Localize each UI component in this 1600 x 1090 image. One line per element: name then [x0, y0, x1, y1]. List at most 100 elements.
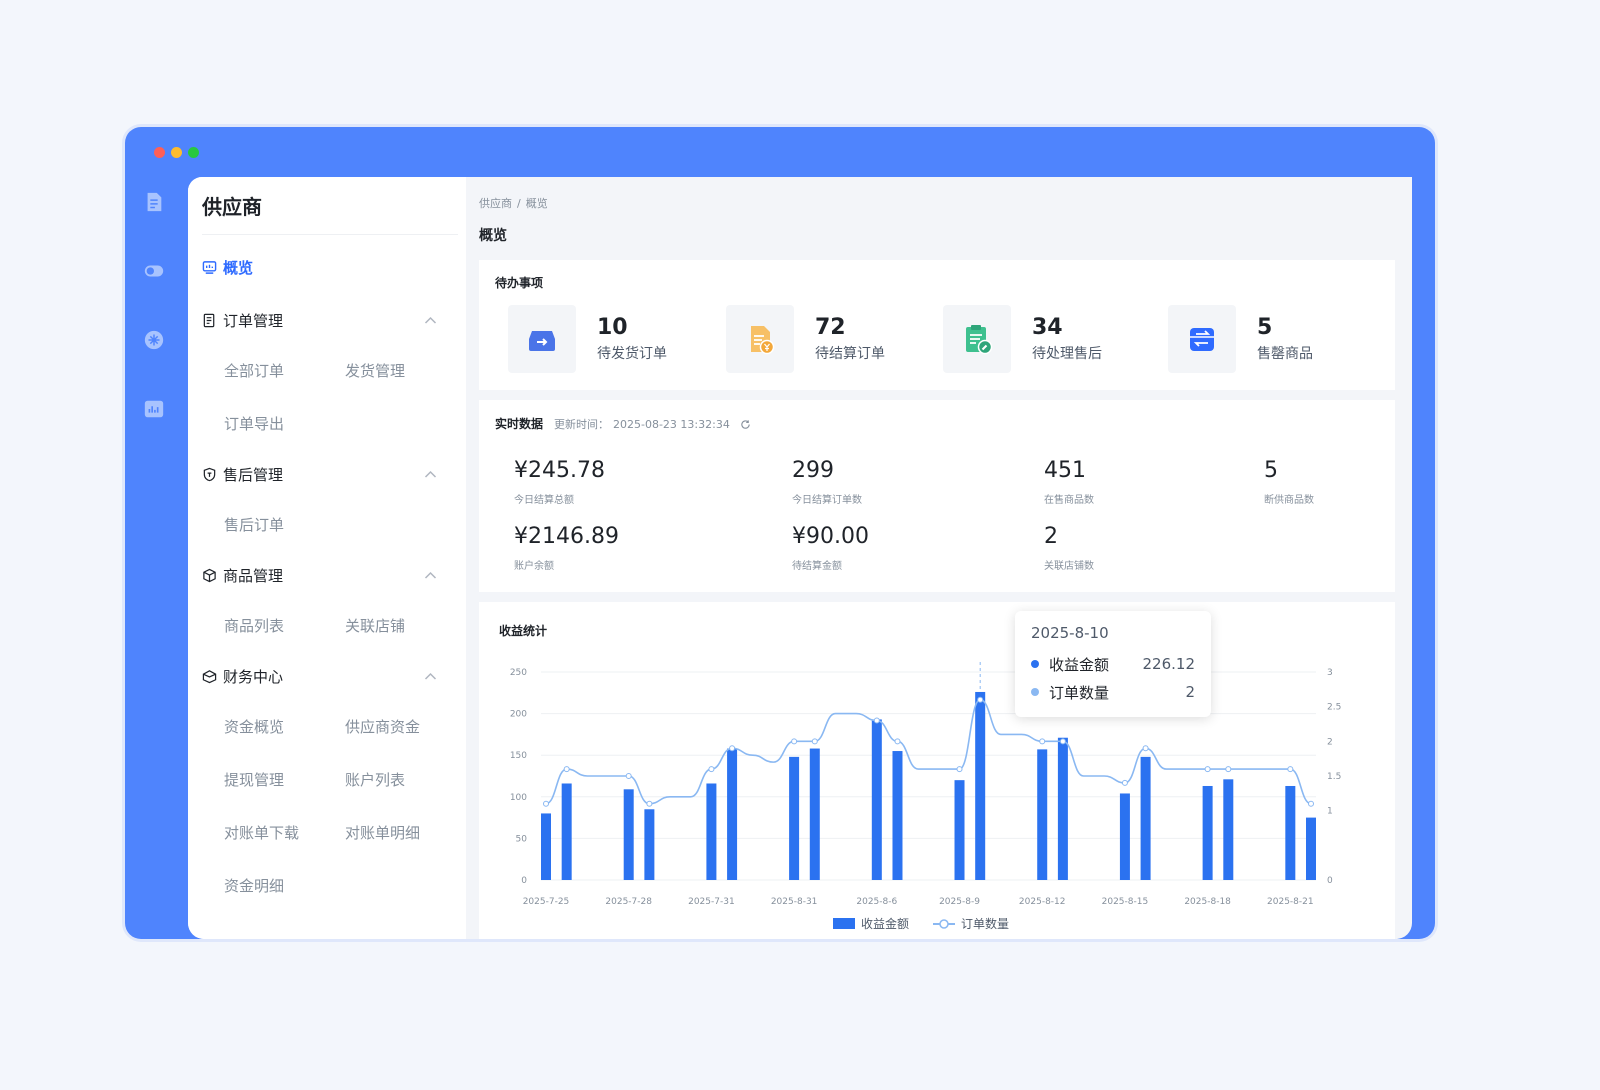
line-point	[1204, 766, 1211, 773]
sidebar-item-supplier-funds[interactable]: 供应商资金	[345, 716, 420, 737]
bar	[1057, 737, 1068, 880]
sidebar-item-statement-download[interactable]: 对账单下载	[224, 822, 299, 843]
x-tick-label: 2025-8-12	[1019, 897, 1066, 907]
chevron-up-icon[interactable]	[423, 467, 438, 482]
nav-group-label: 财务中心	[223, 668, 284, 686]
bar	[809, 748, 820, 880]
stat-value: 5	[1264, 458, 1278, 483]
sidebar-item-all-orders[interactable]: 全部订单	[224, 360, 284, 381]
nav-overview[interactable]: 概览	[202, 257, 253, 278]
legend-line-swatch	[933, 918, 956, 929]
line-point	[1059, 738, 1066, 745]
legend-item-revenue[interactable]: 收益金额	[833, 915, 909, 932]
sidebar-item-fund-detail[interactable]: 资金明细	[224, 875, 284, 896]
bar	[1285, 785, 1296, 880]
x-tick-label: 2025-7-31	[688, 897, 735, 907]
chart-tooltip: 2025-8-10 收益金额 226.12 订单数量 2	[1015, 611, 1211, 717]
stat-today-orders: 299 今日结算订单数	[792, 458, 862, 506]
sidebar-item-order-export[interactable]: 订单导出	[224, 413, 284, 434]
box-exchange-icon	[1168, 305, 1236, 373]
tooltip-label: 订单数量	[1049, 683, 1110, 702]
bar	[954, 780, 965, 880]
todo-label: 待发货订单	[597, 346, 667, 362]
document-icon[interactable]	[139, 187, 169, 217]
sidebar-item-linked-stores[interactable]: 关联店铺	[345, 615, 405, 636]
todo-value: 72	[815, 315, 846, 340]
chevron-up-icon[interactable]	[423, 568, 438, 583]
bar	[706, 783, 717, 880]
close-dot[interactable]	[154, 147, 165, 158]
line-point	[729, 745, 736, 752]
bar	[644, 809, 655, 880]
sidebar-item-product-list[interactable]: 商品列表	[224, 615, 284, 636]
tooltip-value: 226.12	[1142, 655, 1196, 673]
box-icon	[203, 568, 216, 583]
legend-item-orders[interactable]: 订单数量	[933, 915, 1009, 932]
todo-pending-aftersale[interactable]: 34 待处理售后	[943, 305, 1102, 373]
maximize-dot[interactable]	[188, 147, 199, 158]
minimize-dot[interactable]	[171, 147, 182, 158]
nav-group-products[interactable]: 商品管理	[202, 565, 452, 586]
bar	[623, 789, 634, 880]
stat-label: 断供商品数	[1264, 495, 1314, 506]
stat-label: 今日结算总额	[514, 495, 574, 506]
line-point	[625, 773, 632, 779]
stat-label: 关联店铺数	[1044, 561, 1094, 572]
chart-legend: 收益金额 订单数量	[833, 915, 1009, 932]
todo-sold-out[interactable]: 5 售罄商品	[1168, 305, 1313, 373]
tooltip-label: 收益金额	[1049, 655, 1110, 674]
toggle-icon[interactable]	[139, 256, 169, 286]
todo-card: 待办事项 10 待发货订单 72 待结算订单 34 待处理售后 5 售罄商品	[479, 260, 1395, 390]
nav-group-aftersale[interactable]: 售后管理	[202, 464, 452, 485]
stat-value: 451	[1044, 458, 1086, 483]
stat-label: 账户余额	[514, 561, 554, 572]
sidebar-item-accounts[interactable]: 账户列表	[345, 769, 405, 790]
todo-pending-settlement[interactable]: 72 待结算订单	[726, 305, 885, 373]
chart-icon[interactable]	[139, 394, 169, 424]
todo-pending-shipment[interactable]: 10 待发货订单	[508, 305, 667, 373]
y-left-tick-label: 250	[510, 668, 527, 678]
realtime-card: 实时数据 更新时间： 2025-08-23 13:32:34 ¥245.78 今日…	[479, 400, 1395, 592]
bar	[892, 751, 903, 880]
stat-out-of-supply: 5 断供商品数	[1264, 458, 1314, 506]
page-title: 概览	[479, 228, 507, 244]
y-right-tick-label: 0	[1327, 876, 1333, 886]
app-window: 供应商 概览 订单管理 全部订单 发货管理 订单导出 售后管理 售后订单 商品管…	[125, 127, 1435, 939]
breadcrumb-parent[interactable]: 供应商	[479, 197, 512, 210]
bar	[561, 783, 572, 880]
y-right-tick-label: 1	[1327, 807, 1333, 817]
x-tick-label: 2025-8-6	[856, 897, 897, 907]
nav-group-orders[interactable]: 订单管理	[202, 310, 452, 331]
todo-label: 售罄商品	[1257, 346, 1313, 362]
y-right-tick-label: 3	[1327, 668, 1333, 678]
sidebar-item-aftersale-orders[interactable]: 售后订单	[224, 514, 284, 535]
bar	[975, 691, 986, 880]
order-icon	[203, 313, 215, 328]
tooltip-dot	[1031, 660, 1039, 668]
stat-pending-amount: ¥90.00 待结算金额	[792, 524, 869, 572]
icon-rail	[139, 187, 169, 463]
refresh-icon[interactable]	[740, 419, 751, 430]
sidebar-item-shipping[interactable]: 发货管理	[345, 360, 405, 381]
x-tick-label: 2025-7-25	[523, 897, 570, 907]
window-controls	[154, 147, 199, 158]
sidebar-item-statement-detail[interactable]: 对账单明细	[345, 822, 420, 843]
stat-on-sale: 451 在售商品数	[1044, 458, 1094, 506]
update-time: 更新时间： 2025-08-23 13:32:34	[554, 416, 751, 432]
line-point	[1308, 800, 1314, 807]
inbox-arrow-icon	[508, 305, 576, 373]
revenue-chart[interactable]: 0 50 100 150 200 250 0 1 1.5 2 2.5 3 2025-7-25 2025-7…	[479, 602, 1395, 939]
sidebar-item-fund-overview[interactable]: 资金概览	[224, 716, 284, 737]
chevron-up-icon[interactable]	[423, 669, 438, 684]
y-right-tick-label: 1.5	[1327, 772, 1341, 782]
sidebar-item-withdrawals[interactable]: 提现管理	[224, 769, 284, 790]
x-tick-label: 2025-8-9	[939, 897, 980, 907]
snowflake-icon[interactable]	[139, 325, 169, 355]
chevron-up-icon[interactable]	[423, 313, 438, 328]
y-right-tick-label: 2	[1327, 737, 1333, 747]
tooltip-date: 2025-8-10	[1031, 624, 1109, 642]
tooltip-row-orders: 订单数量 2	[1031, 678, 1195, 706]
y-left-tick-label: 50	[516, 834, 528, 844]
nav-group-finance[interactable]: 财务中心	[202, 666, 452, 687]
todo-label: 待结算订单	[815, 346, 885, 362]
